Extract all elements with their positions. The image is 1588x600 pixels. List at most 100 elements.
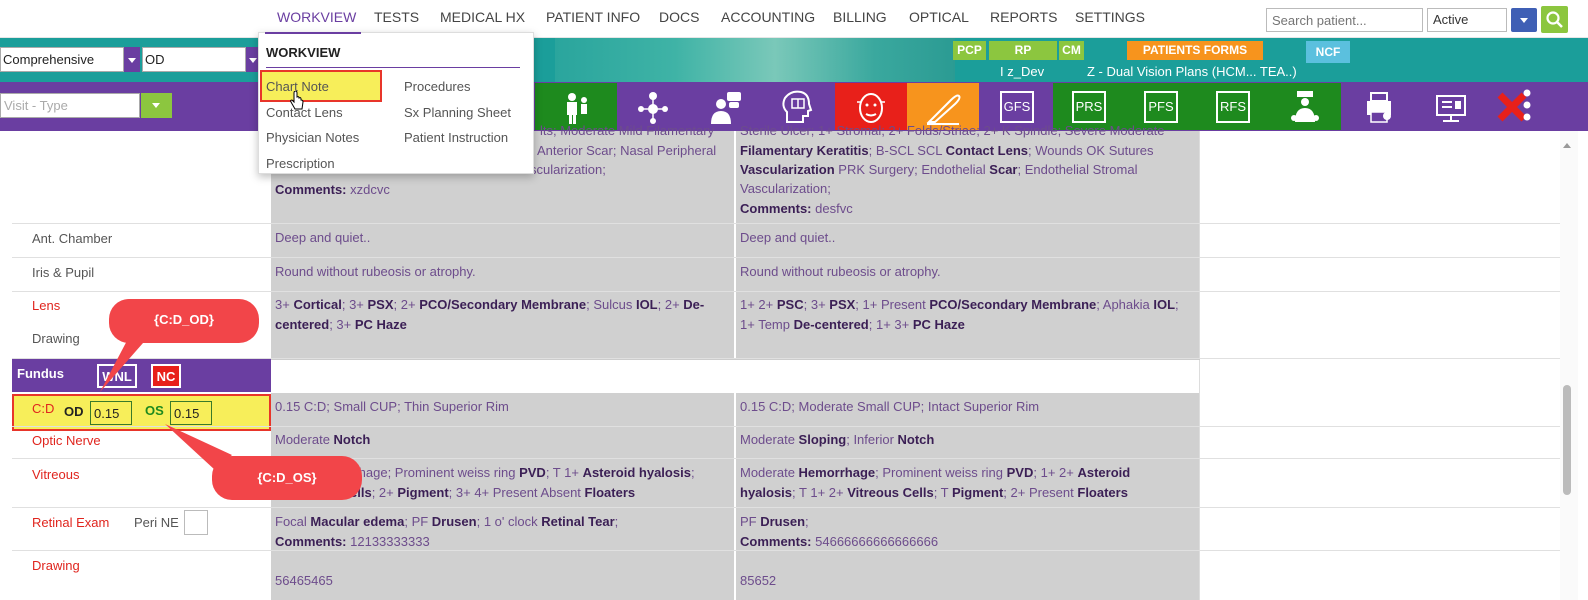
pcp-badge[interactable]: PCP <box>953 41 986 60</box>
patient-photo-banner <box>555 38 955 82</box>
finding-text: ; B-SCL SCL <box>868 143 946 158</box>
head-book-icon <box>782 90 813 123</box>
finding-text: PRK Surgery; Endothelial <box>834 162 990 177</box>
toolbar-print-button[interactable] <box>1343 83 1415 130</box>
row-divider <box>12 257 1560 258</box>
eye-select[interactable]: OD <box>142 47 246 72</box>
dropdown-title: WORKVIEW <box>266 45 341 60</box>
lens-os[interactable]: 1+ 2+ PSC; 3+ PSX; 1+ Present PCO/Second… <box>740 295 1179 335</box>
provider-icon <box>1291 90 1319 122</box>
doctor-patient-icon <box>567 92 587 124</box>
toolbar-provider-button[interactable] <box>1269 83 1341 130</box>
fundus-label: Fundus <box>17 366 64 381</box>
cd-od-text[interactable]: 0.15 C:D; Small CUP; Thin Superior Rim <box>275 397 509 417</box>
eye-value: OD <box>145 52 165 67</box>
ant-chamber-od[interactable]: Deep and quiet.. <box>275 228 370 248</box>
peri-ne-checkbox[interactable] <box>184 510 208 535</box>
dropdown-divider <box>266 67 520 68</box>
vitreous-os[interactable]: Moderate Hemorrhage; Prominent weiss rin… <box>740 463 1130 503</box>
more-options-button[interactable] <box>1522 89 1532 121</box>
lens-label[interactable]: Lens <box>32 298 60 313</box>
finding-bold: Scar <box>989 162 1018 177</box>
nav-settings[interactable]: SETTINGS <box>1075 9 1145 25</box>
toolbar-rfs-button[interactable]: RFS <box>1197 83 1269 130</box>
row-divider <box>271 359 1200 360</box>
nav-billing[interactable]: BILLING <box>833 9 887 25</box>
network-icon <box>638 91 668 124</box>
finding-text: ; Endothelial Stromal <box>1017 162 1138 177</box>
drawing-fundus-label[interactable]: Drawing <box>32 558 80 573</box>
visit-type-select[interactable]: Visit - Type <box>0 93 140 118</box>
rp-badge[interactable]: RP <box>989 41 1057 60</box>
nav-accounting[interactable]: ACCOUNTING <box>721 9 815 25</box>
iris-pupil-os[interactable]: Round without rubeosis or atrophy. <box>740 262 941 282</box>
caret-down-icon <box>128 58 136 63</box>
search-button[interactable] <box>1541 6 1568 33</box>
visit-type-placeholder: Visit - Type <box>4 98 68 113</box>
ant-chamber-label: Ant. Chamber <box>32 231 113 246</box>
row-divider <box>12 550 1560 551</box>
callout-cd-od: {C:D_OD} <box>109 299 259 343</box>
consultation-icon <box>711 91 741 124</box>
scrollbar-thumb[interactable] <box>1563 385 1571 495</box>
status-dropdown-button[interactable] <box>1511 8 1537 32</box>
nav-reports[interactable]: REPORTS <box>990 9 1057 25</box>
ncf-badge[interactable]: NCF <box>1306 41 1350 63</box>
cd-os-text[interactable]: 0.15 C:D; Moderate Small CUP; Intact Sup… <box>740 397 1039 417</box>
optic-nerve-os[interactable]: Moderate Sloping; Inferior Notch <box>740 430 934 450</box>
finding-bold: Vascularization <box>740 162 835 177</box>
column-divider <box>1199 131 1200 600</box>
vitreous-od-line1[interactable]: rrhage; Prominent weiss ring PVD; T 1+ A… <box>350 463 695 483</box>
comments-value: desfvc <box>815 201 853 216</box>
search-patient-input[interactable] <box>1266 8 1423 32</box>
nav-workview[interactable]: WORKVIEW <box>277 9 356 25</box>
nav-docs[interactable]: DOCS <box>659 9 699 25</box>
iris-pupil-od[interactable]: Round without rubeosis or atrophy. <box>275 262 476 282</box>
cornea-od-line3: scularization; <box>530 162 606 177</box>
finding-bold: Contact Lens <box>945 143 1029 158</box>
retinal-od[interactable]: Focal Macular edema; PF Drusen; 1 o' clo… <box>275 512 618 552</box>
drawing-od-value[interactable]: 56465465 <box>275 571 333 591</box>
cm-badge[interactable]: CM <box>1059 41 1084 60</box>
finding-text: ; Wounds OK Sutures <box>1028 143 1154 158</box>
cornea-od-line1: lts; Moderate Mild Filamentary <box>540 123 715 138</box>
ant-chamber-os[interactable]: Deep and quiet.. <box>740 228 835 248</box>
vitreous-od-line2[interactable]: ells; 2+ Pigment; 3+ 4+ Present Absent F… <box>350 483 635 503</box>
cornea-os-comments: Comments: desfvc <box>740 199 853 219</box>
status-select[interactable]: Active <box>1427 8 1507 32</box>
scrollbar[interactable] <box>1560 131 1578 600</box>
lens-od[interactable]: 3+ Cortical; 3+ PSX; 2+ PCO/Secondary Me… <box>275 295 704 335</box>
rfs-icon: RFS <box>1216 90 1250 123</box>
nav-tests[interactable]: TESTS <box>374 9 419 25</box>
toolbar-monitor-button[interactable] <box>1415 83 1487 130</box>
comments-label: Comments: <box>275 182 347 197</box>
retinal-exam-label[interactable]: Retinal Exam <box>32 515 109 530</box>
scroll-up-icon[interactable] <box>1563 137 1571 148</box>
menu-physician-notes[interactable]: Physician Notes <box>266 130 359 145</box>
menu-prescription[interactable]: Prescription <box>266 156 335 171</box>
prs-icon: PRS <box>1072 90 1106 123</box>
hand-cursor-icon <box>290 91 304 110</box>
drawing-os-value[interactable]: 85652 <box>740 571 776 591</box>
nav-active-underline <box>265 32 361 34</box>
insurance-plan: Z - Dual Vision Plans (HCM... TEA..) <box>1087 64 1297 79</box>
nav-patient-info[interactable]: PATIENT INFO <box>546 9 640 25</box>
comments-label: Comments: <box>740 201 812 216</box>
menu-procedures[interactable]: Procedures <box>404 79 470 94</box>
menu-patient-instruction[interactable]: Patient Instruction <box>404 130 508 145</box>
exam-type-select[interactable]: Comprehensive <box>0 47 124 72</box>
nav-medical-hx[interactable]: MEDICAL HX <box>440 9 525 25</box>
workview-dropdown-menu: WORKVIEW Chart Note Contact Lens Physici… <box>258 32 534 174</box>
provider-name: I z_Dev <box>1000 64 1045 79</box>
cornea-od-comments: Comments: xzdcvc <box>275 180 390 200</box>
exam-type-value: Comprehensive <box>3 52 95 67</box>
patients-forms-badge[interactable]: PATIENTS FORMS <box>1127 41 1263 60</box>
exam-type-dropdown[interactable] <box>124 47 140 72</box>
visit-type-dropdown[interactable] <box>141 93 172 118</box>
menu-sx-planning-sheet[interactable]: Sx Planning Sheet <box>404 105 511 120</box>
retinal-os-comments: 54666666666666666 <box>815 534 939 549</box>
retinal-os[interactable]: PF Drusen; Comments: 54666666666666666 <box>740 512 938 552</box>
cornea-od-line2: Anterior Scar; Nasal Peripheral <box>537 143 717 158</box>
nav-optical[interactable]: OPTICAL <box>909 9 969 25</box>
vertical-dots-icon <box>1523 89 1531 121</box>
